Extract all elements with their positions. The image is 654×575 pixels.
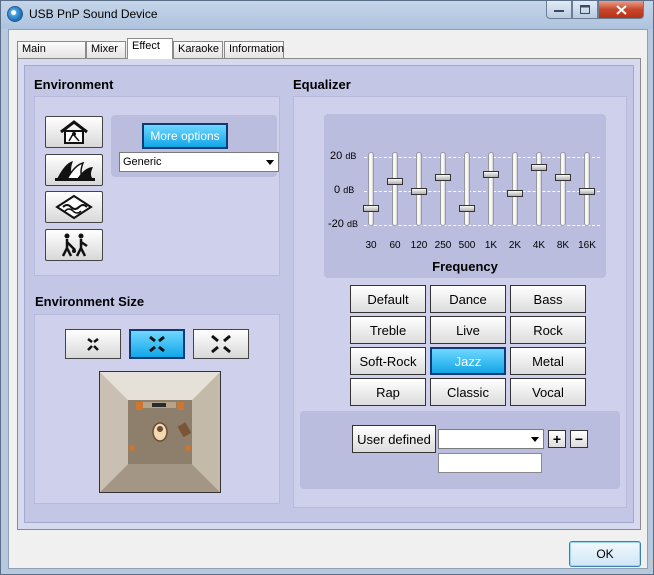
db-label-bottom: -20 dB xyxy=(328,218,358,230)
preset-dance-button[interactable]: Dance xyxy=(430,285,506,313)
eq-slider-thumb[interactable] xyxy=(363,205,379,212)
environment-water-button[interactable] xyxy=(45,191,103,223)
preset-classic-button[interactable]: Classic xyxy=(430,378,506,406)
user-defined-box: User defined + − xyxy=(300,411,620,489)
eq-slider-track[interactable] xyxy=(392,152,398,226)
tab-main-setting[interactable]: Main Setting xyxy=(17,41,86,70)
tab-information[interactable]: Information xyxy=(224,41,284,58)
hunter-icon xyxy=(61,233,88,257)
environment-hunter-button[interactable] xyxy=(45,229,103,261)
minus-icon: − xyxy=(574,431,584,447)
medium-room-icon xyxy=(149,335,165,353)
db-mid-unit: dB xyxy=(343,185,355,195)
user-defined-button[interactable]: User defined xyxy=(352,425,436,453)
room-size-small-button[interactable] xyxy=(65,329,121,359)
environment-box: More options Generic xyxy=(34,96,280,276)
chevron-down-icon xyxy=(531,437,539,442)
eq-slider-thumb[interactable] xyxy=(483,171,499,178)
environment-home-button[interactable] xyxy=(45,116,103,148)
db-mid-value: 0 xyxy=(334,184,341,196)
preset-rock-button[interactable]: Rock xyxy=(510,316,586,344)
db-label-top: 20 dB xyxy=(330,150,356,162)
eq-slider-thumb[interactable] xyxy=(387,177,403,185)
environment-title: Environment xyxy=(34,77,114,92)
remove-preset-button[interactable]: − xyxy=(570,430,588,448)
preset-live-button[interactable]: Live xyxy=(430,316,506,344)
tab-mixer[interactable]: Mixer xyxy=(86,41,126,58)
db-label-mid: 0 dB xyxy=(334,184,354,196)
preset-jazz-button[interactable]: Jazz xyxy=(430,347,506,375)
eq-slider-track[interactable] xyxy=(560,152,566,226)
eq-slider-thumb[interactable] xyxy=(507,189,523,197)
user-preset-select[interactable] xyxy=(438,429,544,449)
more-options-button[interactable]: More options xyxy=(142,123,228,149)
eq-slider-thumb[interactable] xyxy=(555,174,571,182)
add-preset-button[interactable]: + xyxy=(548,430,566,448)
maximize-icon xyxy=(580,5,590,14)
tab-effect[interactable]: Effect xyxy=(127,38,173,59)
minimize-icon xyxy=(554,9,564,12)
frequency-title: Frequency xyxy=(432,259,498,274)
title-bar[interactable]: USB PnP Sound Device xyxy=(1,1,653,29)
environment-size-box xyxy=(34,314,280,504)
equalizer-graph: 20 dB 0 dB -20 dB 30 60 120 250 500 1K 2K 4K 8K 1… xyxy=(324,114,606,278)
room-preview xyxy=(99,371,221,493)
eq-slider-thumb[interactable] xyxy=(411,188,427,195)
water-icon xyxy=(55,194,93,220)
db-top-value: 20 xyxy=(330,150,343,162)
freq-label: 16K xyxy=(578,240,596,251)
preset-rap-button[interactable]: Rap xyxy=(350,378,426,406)
window-title: USB PnP Sound Device xyxy=(29,7,158,21)
preset-metal-button[interactable]: Metal xyxy=(510,347,586,375)
eq-slider-track[interactable] xyxy=(488,152,494,226)
close-button[interactable] xyxy=(598,1,644,19)
tab-karaoke[interactable]: Karaoke xyxy=(173,41,223,58)
effect-panel-inner: Environment More options Generic Environ… xyxy=(24,65,634,523)
preset-name-input[interactable] xyxy=(438,453,542,473)
eq-slider-thumb[interactable] xyxy=(579,188,595,195)
opera-house-icon xyxy=(55,161,95,181)
eq-slider-thumb[interactable] xyxy=(435,174,451,182)
maximize-button[interactable] xyxy=(572,1,598,19)
environment-select-value: Generic xyxy=(123,156,162,168)
eq-slider-track[interactable] xyxy=(368,152,374,226)
ok-button[interactable]: OK xyxy=(569,541,641,567)
eq-slider-track[interactable] xyxy=(440,152,446,226)
close-icon xyxy=(615,4,627,15)
preset-bass-button[interactable]: Bass xyxy=(510,285,586,313)
db-bottom-value: -20 xyxy=(328,218,344,230)
eq-slider-track[interactable] xyxy=(464,152,470,226)
home-icon xyxy=(60,120,88,144)
environment-size-title: Environment Size xyxy=(35,294,145,309)
eq-slider-thumb[interactable] xyxy=(459,205,475,212)
preset-treble-button[interactable]: Treble xyxy=(350,316,426,344)
client-area: Main Setting Mixer Effect Karaoke Inform… xyxy=(8,29,648,569)
room-size-large-button[interactable] xyxy=(193,329,249,359)
plus-icon: + xyxy=(552,431,562,447)
room-preview-image xyxy=(100,372,220,492)
db-top-unit: dB xyxy=(345,151,357,161)
room-size-medium-button[interactable] xyxy=(129,329,185,359)
large-room-icon xyxy=(211,334,231,354)
effect-panel: Environment More options Generic Environ… xyxy=(17,58,641,530)
environment-opera-button[interactable] xyxy=(45,154,103,186)
preset-vocal-button[interactable]: Vocal xyxy=(510,378,586,406)
window: USB PnP Sound Device Main Setting Mixer … xyxy=(0,0,654,575)
chevron-down-icon xyxy=(266,160,274,165)
environment-select[interactable]: Generic xyxy=(119,152,279,172)
minimize-button[interactable] xyxy=(546,1,572,19)
preset-default-button[interactable]: Default xyxy=(350,285,426,313)
equalizer-box: 20 dB 0 dB -20 dB 30 60 120 250 500 1K 2K 4K 8K 1… xyxy=(293,96,627,508)
preset-soft-rock-button[interactable]: Soft-Rock xyxy=(350,347,426,375)
small-room-icon xyxy=(87,338,99,351)
app-icon xyxy=(7,6,23,22)
eq-slider-thumb[interactable] xyxy=(531,164,547,172)
db-bottom-unit: dB xyxy=(346,219,358,229)
equalizer-title: Equalizer xyxy=(293,77,351,92)
eq-slider-track[interactable] xyxy=(536,152,542,226)
